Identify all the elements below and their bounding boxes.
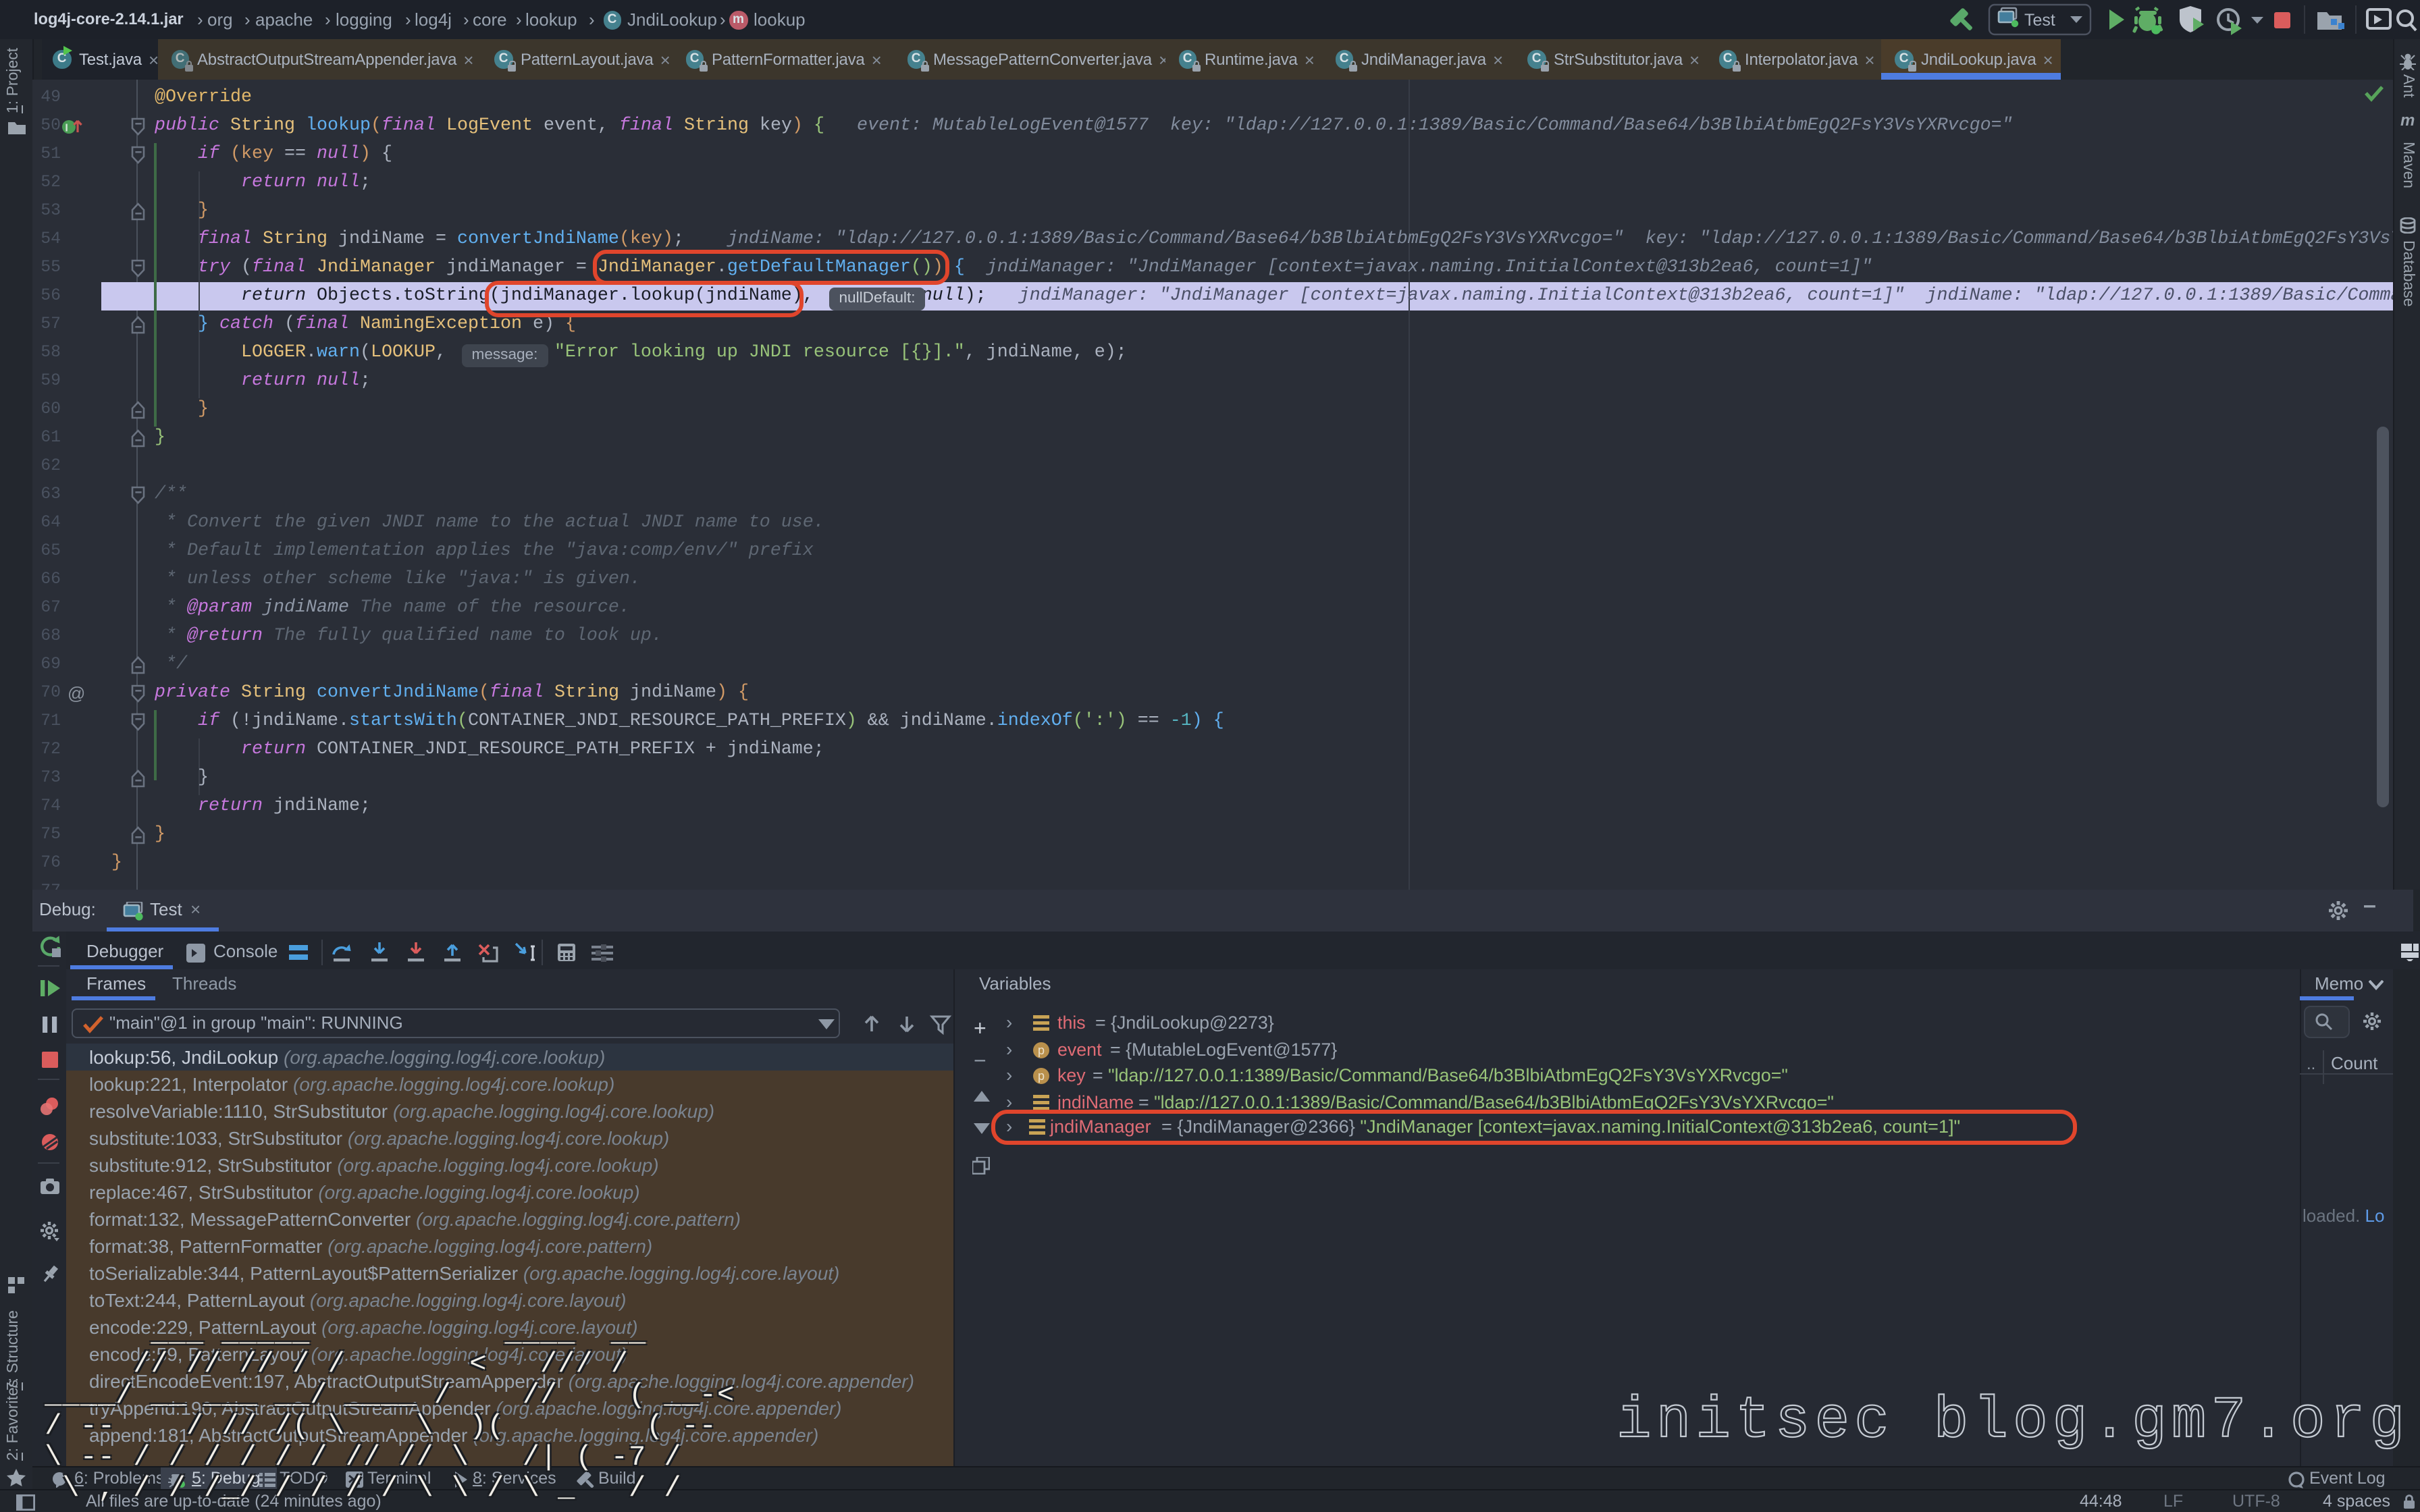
svg-text:I: I bbox=[65, 122, 68, 133]
svg-text:Test: Test bbox=[2024, 11, 2055, 30]
